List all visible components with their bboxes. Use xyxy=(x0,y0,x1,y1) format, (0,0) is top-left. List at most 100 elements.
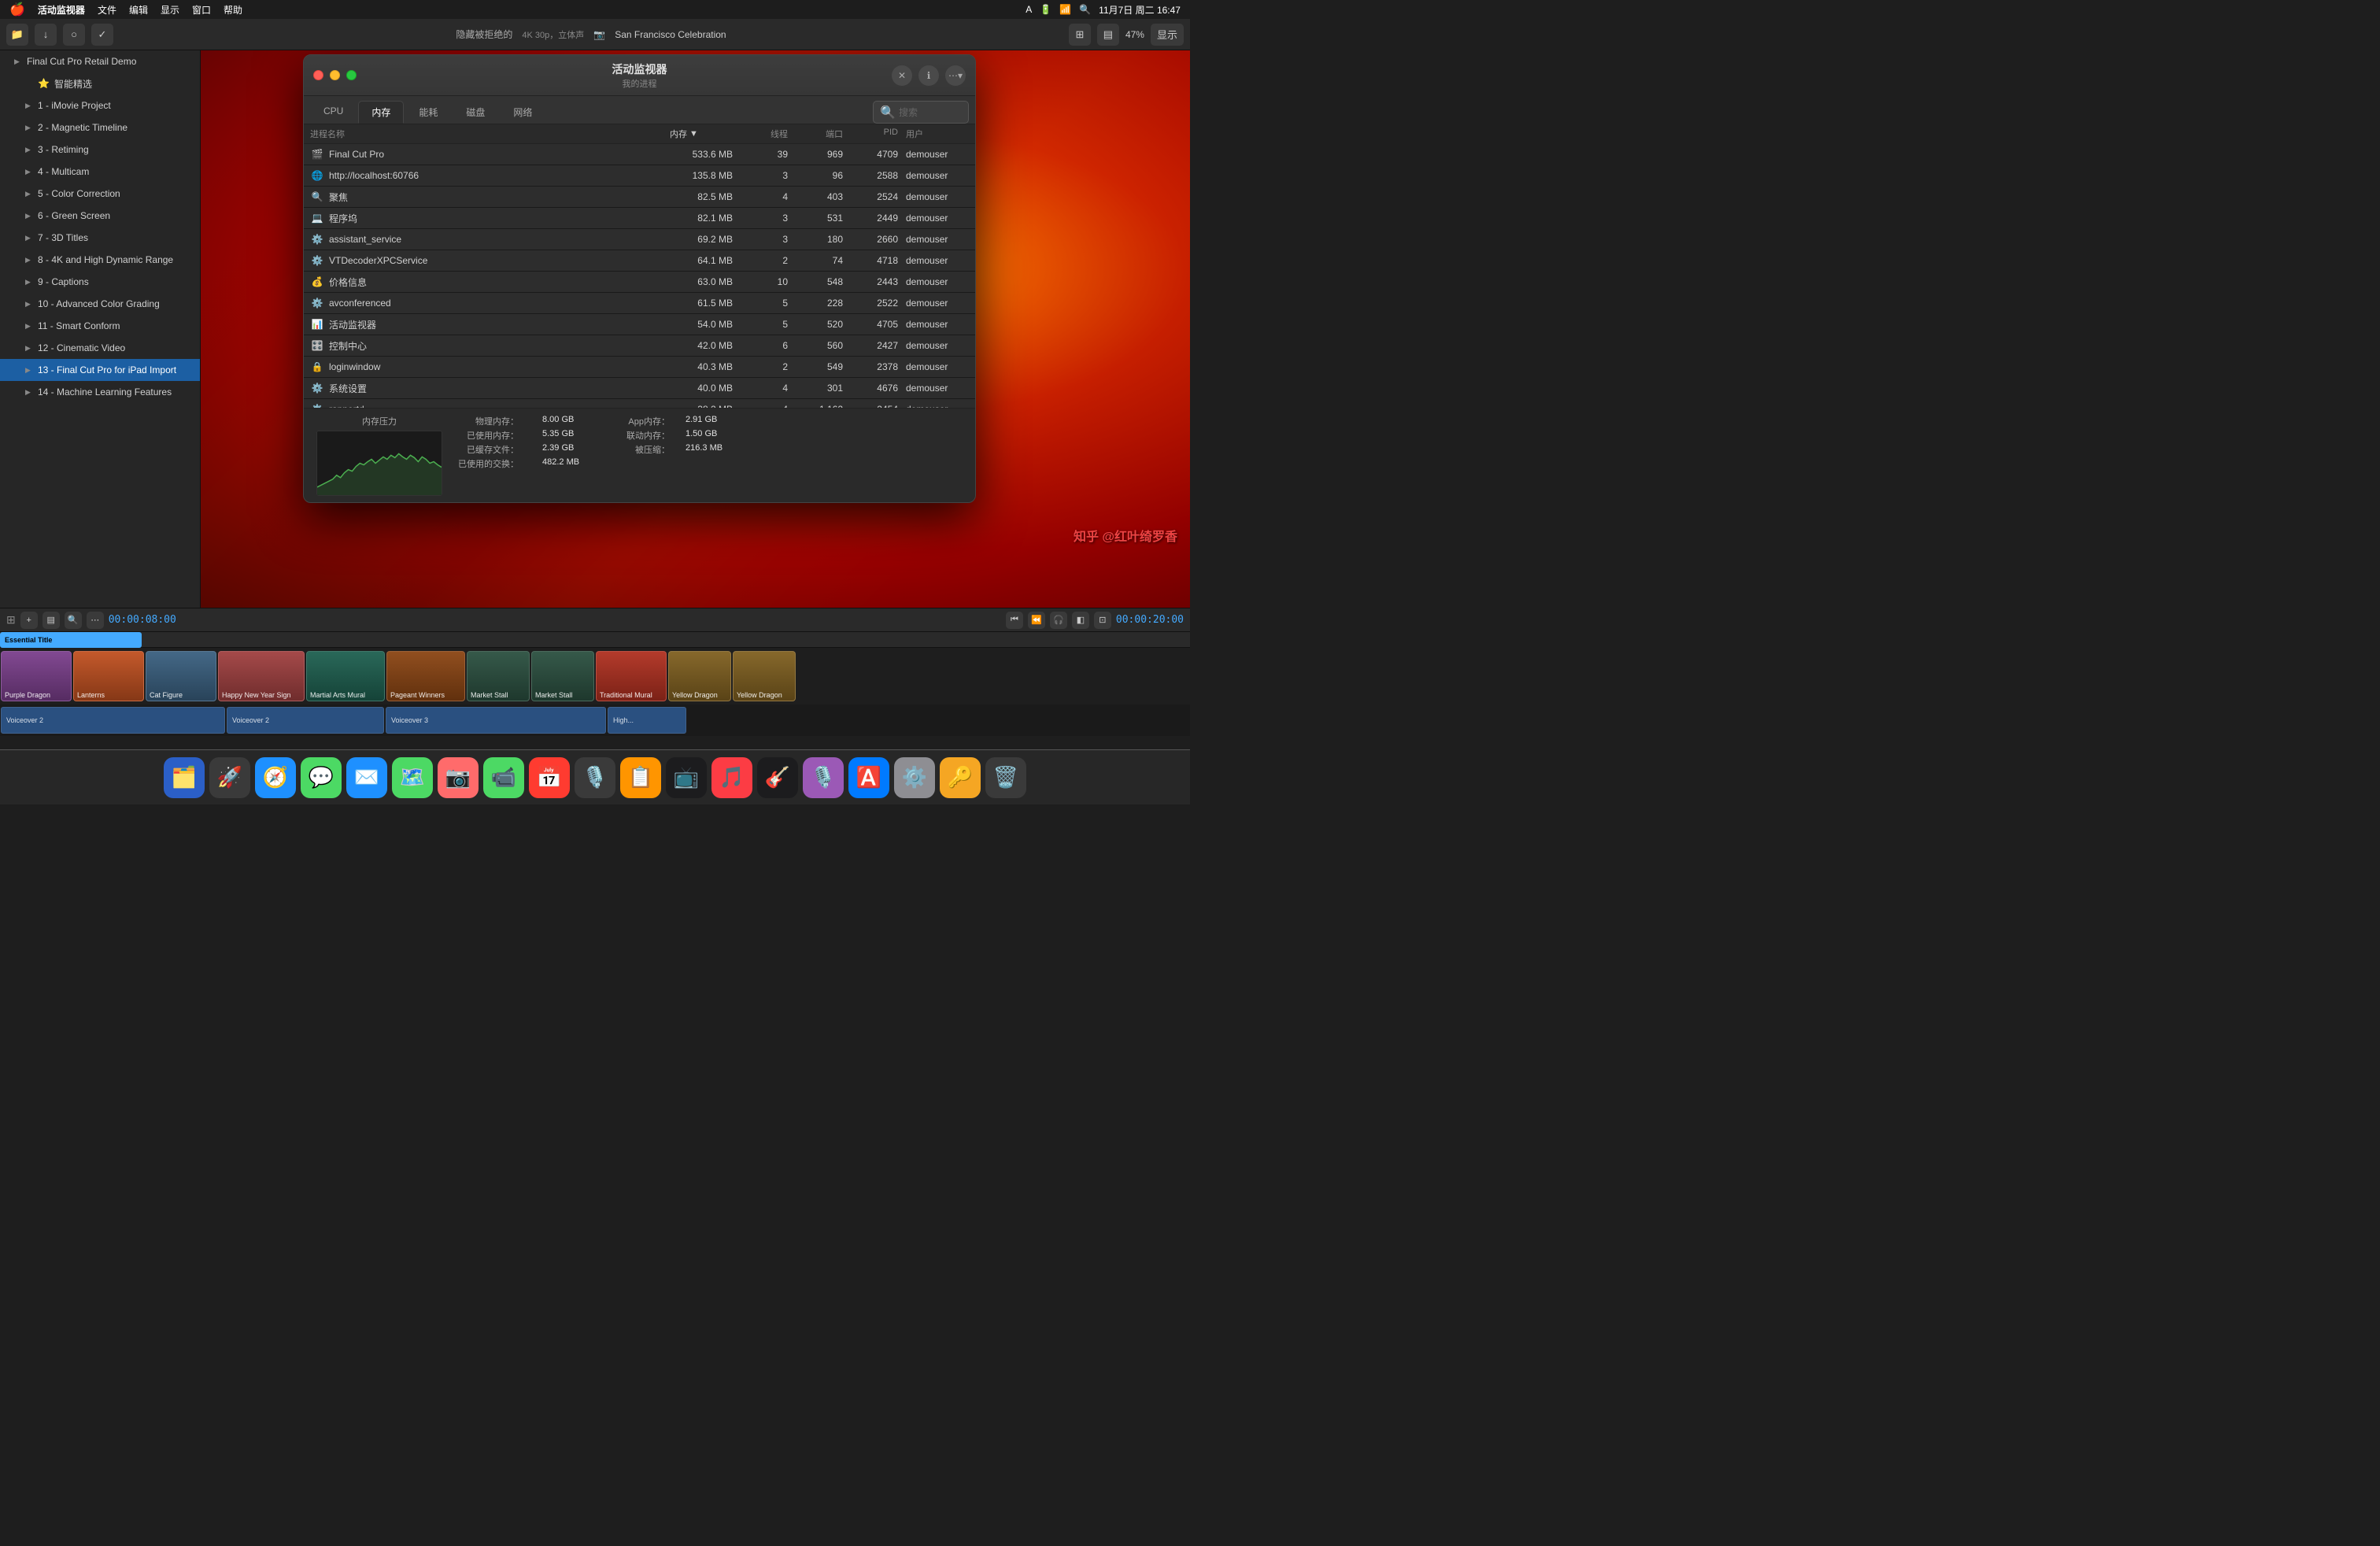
timeline-slow-btn[interactable]: ◧ xyxy=(1072,612,1089,629)
sidebar-item-2[interactable]: ▶2 - Magnetic Timeline xyxy=(0,117,200,139)
sidebar-item-smart[interactable]: ⭐智能精选 xyxy=(0,72,200,94)
sidebar-item-9[interactable]: ▶9 - Captions xyxy=(0,271,200,293)
sidebar-item-3[interactable]: ▶3 - Retiming xyxy=(0,139,200,161)
timeline-audio-clip[interactable]: Voiceover 3 xyxy=(386,707,606,734)
table-row[interactable]: 🔍 聚焦 82.5 MB 4 403 2524 demouser xyxy=(304,187,975,208)
tab-cpu[interactable]: CPU xyxy=(310,101,357,124)
sidebar-item-11[interactable]: ▶11 - Smart Conform xyxy=(0,315,200,337)
toolbar-library-btn[interactable]: 📁 xyxy=(6,24,28,46)
menu-item-edit[interactable]: 编辑 xyxy=(129,3,148,17)
dock-item-trash[interactable]: 🗑️ xyxy=(985,757,1026,798)
timeline-headphones-btn[interactable]: 🎧 xyxy=(1050,612,1067,629)
dock-item-finder[interactable]: 🗂️ xyxy=(164,757,205,798)
dock-item-calendar[interactable]: 📅 xyxy=(529,757,570,798)
timeline-full-btn[interactable]: ⊡ xyxy=(1094,612,1111,629)
tab-disk[interactable]: 磁盘 xyxy=(453,101,498,124)
table-row[interactable]: 📊 活动监视器 54.0 MB 5 520 4705 demouser xyxy=(304,314,975,335)
am-info-btn[interactable]: ℹ xyxy=(918,65,939,86)
col-process-name[interactable]: 进程名称 xyxy=(310,128,670,140)
minimize-button[interactable] xyxy=(330,70,340,80)
col-ports[interactable]: 端口 xyxy=(804,128,859,140)
dock-item-garage-band[interactable]: 🎸 xyxy=(757,757,798,798)
timeline-tracks[interactable]: Essential Title Purple Dragon Lanterns C… xyxy=(0,632,1190,749)
menu-item-help[interactable]: 帮助 xyxy=(224,3,242,17)
timeline-more-btn[interactable]: ⋯ xyxy=(87,612,104,629)
menu-item-window[interactable]: 窗口 xyxy=(192,3,211,17)
toolbar-fwd-btn[interactable]: ○ xyxy=(63,24,85,46)
dock-item-safari[interactable]: 🧭 xyxy=(255,757,296,798)
timeline-video-clip[interactable]: Market Stall xyxy=(531,651,594,701)
dock-item-system-prefs[interactable]: ⚙️ xyxy=(894,757,935,798)
table-row[interactable]: 🎬 Final Cut Pro 533.6 MB 39 969 4709 dem… xyxy=(304,144,975,165)
menu-item-view[interactable]: 显示 xyxy=(161,3,179,17)
toolbar-display-btn[interactable]: 显示 xyxy=(1151,24,1184,46)
dock-item-tv[interactable]: 📺 xyxy=(666,757,707,798)
dock-item-mail[interactable]: ✉️ xyxy=(346,757,387,798)
menu-item-activity-monitor[interactable]: 活动监视器 xyxy=(38,3,85,17)
timeline-video-clip[interactable]: Market Stall xyxy=(467,651,530,701)
timeline-video-clip[interactable]: Purple Dragon xyxy=(1,651,72,701)
hidden-rejected-label[interactable]: 隐藏被拒绝的 xyxy=(456,28,512,41)
apple-menu[interactable]: 🍎 xyxy=(9,2,25,17)
sidebar-item-8[interactable]: ▶8 - 4K and High Dynamic Range xyxy=(0,249,200,271)
toolbar-check-btn[interactable]: ✓ xyxy=(91,24,113,46)
menubar-search-icon[interactable]: 🔍 xyxy=(1079,4,1091,15)
sidebar-item-14[interactable]: ▶14 - Machine Learning Features xyxy=(0,381,200,403)
sidebar-item-10[interactable]: ▶10 - Advanced Color Grading xyxy=(0,293,200,315)
dock-item-messages[interactable]: 💬 xyxy=(301,757,342,798)
timeline-video-clip[interactable]: Traditional Mural xyxy=(596,651,667,701)
sidebar-item-5[interactable]: ▶5 - Color Correction xyxy=(0,183,200,205)
toolbar-grid-btn[interactable]: ⊞ xyxy=(1069,24,1091,46)
dock-item-maps[interactable]: 🗺️ xyxy=(392,757,433,798)
dock-item-app-store[interactable]: 🅰️ xyxy=(848,757,889,798)
timeline-add-btn[interactable]: + xyxy=(20,612,38,629)
am-close-x-btn[interactable]: ✕ xyxy=(892,65,912,86)
timeline-video-clip[interactable]: Happy New Year Sign xyxy=(218,651,305,701)
timeline-video-clip[interactable]: Pageant Winners xyxy=(386,651,465,701)
col-memory[interactable]: 内存 ▼ xyxy=(670,128,748,140)
col-threads[interactable]: 线程 xyxy=(748,128,804,140)
table-row[interactable]: 💰 价格信息 63.0 MB 10 548 2443 demouser xyxy=(304,272,975,293)
table-row[interactable]: ⚙️ 系统设置 40.0 MB 4 301 4676 demouser xyxy=(304,378,975,399)
tab-memory[interactable]: 内存 xyxy=(358,101,404,124)
maximize-button[interactable] xyxy=(346,70,357,80)
dock-item-reminders[interactable]: 📋 xyxy=(620,757,661,798)
dock-item-keychain[interactable]: 🔑 xyxy=(940,757,981,798)
timeline-play-prev-btn[interactable]: ⏪ xyxy=(1028,612,1045,629)
table-row[interactable]: ⚙️ avconferenced 61.5 MB 5 228 2522 demo… xyxy=(304,293,975,314)
am-more-btn[interactable]: ⋯▾ xyxy=(945,65,966,86)
dock-item-music[interactable]: 🎵 xyxy=(711,757,752,798)
timeline-audio-clip[interactable]: Voiceover 2 xyxy=(227,707,384,734)
sidebar-item-7[interactable]: ▶7 - 3D Titles xyxy=(0,227,200,249)
sidebar-item-12[interactable]: ▶12 - Cinematic Video xyxy=(0,337,200,359)
menu-item-file[interactable]: 文件 xyxy=(98,3,116,17)
toolbar-back-btn[interactable]: ↓ xyxy=(35,24,57,46)
timeline-play-begin-btn[interactable]: ⏮ xyxy=(1006,612,1023,629)
sidebar-item-root[interactable]: ▶Final Cut Pro Retail Demo xyxy=(0,50,200,72)
dock-item-voice-memos[interactable]: 🎙️ xyxy=(575,757,615,798)
timeline-video-clip[interactable]: Lanterns xyxy=(73,651,144,701)
table-row[interactable]: ⚙️ VTDecoderXPCService 64.1 MB 2 74 4718… xyxy=(304,250,975,272)
dock-item-podcasts[interactable]: 🎙️ xyxy=(803,757,844,798)
timeline-video-clip[interactable]: Yellow Dragon xyxy=(668,651,731,701)
am-search-box[interactable]: 🔍 xyxy=(873,101,969,124)
sidebar-item-13[interactable]: ▶13 - Final Cut Pro for iPad Import xyxy=(0,359,200,381)
timeline-video-clip[interactable]: Cat Figure xyxy=(146,651,216,701)
timeline-audio-clip[interactable]: Voiceover 2 xyxy=(1,707,225,734)
tab-energy[interactable]: 能耗 xyxy=(405,101,451,124)
table-row[interactable]: ⚙️ assistant_service 69.2 MB 3 180 2660 … xyxy=(304,229,975,250)
sidebar-item-6[interactable]: ▶6 - Green Screen xyxy=(0,205,200,227)
dock-item-launchpad[interactable]: 🚀 xyxy=(209,757,250,798)
dock-item-facetime[interactable]: 📹 xyxy=(483,757,524,798)
am-search-input[interactable] xyxy=(899,107,962,118)
timeline-video-clip[interactable]: Martial Arts Mural xyxy=(306,651,385,701)
col-user[interactable]: 用户 xyxy=(906,128,969,140)
timeline-clip-btn[interactable]: ▤ xyxy=(42,612,60,629)
sidebar-item-4[interactable]: ▶4 - Multicam xyxy=(0,161,200,183)
sidebar-item-1[interactable]: ▶1 - iMovie Project xyxy=(0,94,200,117)
timeline-video-clip[interactable]: Yellow Dragon xyxy=(733,651,796,701)
table-row[interactable]: 🌐 http://localhost:60766 135.8 MB 3 96 2… xyxy=(304,165,975,187)
table-row[interactable]: 🔒 loginwindow 40.3 MB 2 549 2378 demouse… xyxy=(304,357,975,378)
close-button[interactable] xyxy=(313,70,323,80)
toolbar-list-btn[interactable]: ▤ xyxy=(1097,24,1119,46)
